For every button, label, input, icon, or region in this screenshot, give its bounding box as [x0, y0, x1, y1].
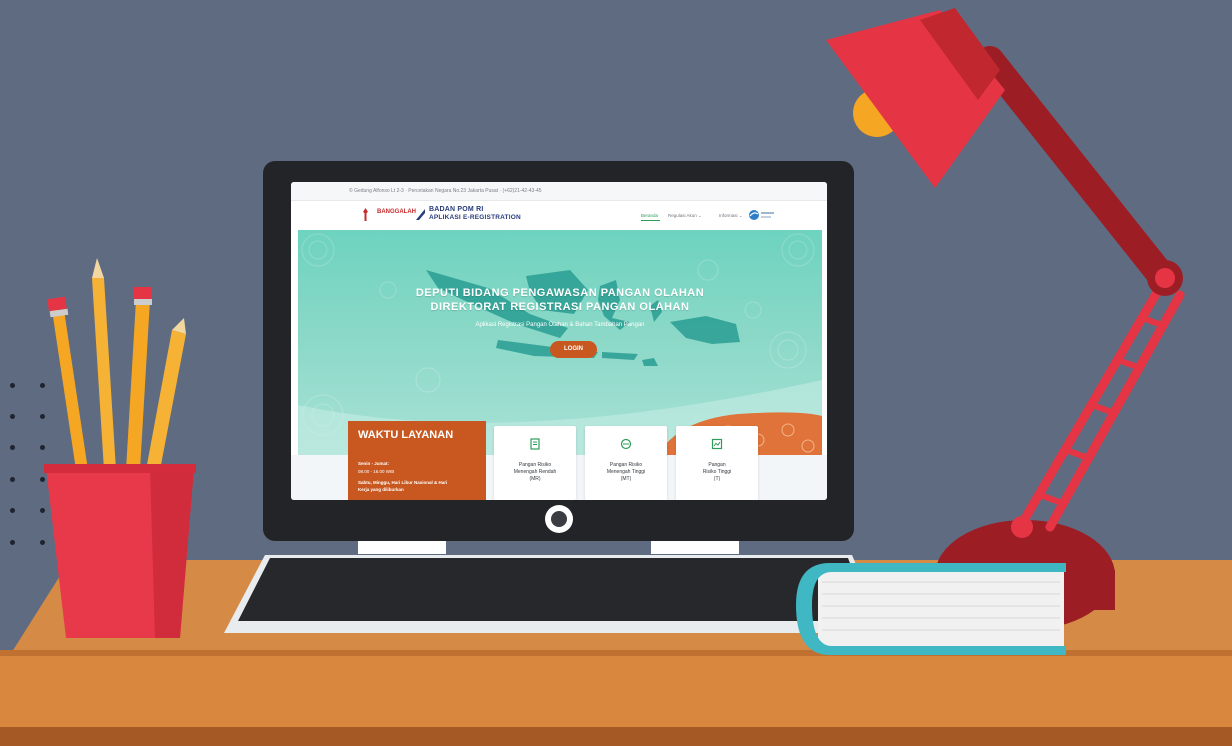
wall-dot: [10, 445, 15, 450]
app-name: APLIKASI E-REGISTRATION: [429, 214, 521, 221]
nav-regulasi-akun[interactable]: Regulasi Akun ⌄: [668, 213, 702, 219]
card-risiko-tinggi[interactable]: Pangan Risiko Tinggi (T): [676, 426, 758, 500]
wall-dot: [40, 445, 45, 450]
monitor-screen: © Gedung Alfonso Lt 2-3 · Percetakan Neg…: [291, 182, 827, 500]
site-header: BANGGALAH BADAN POM RI APLIKASI E-REGIST…: [291, 201, 827, 229]
wall-dot: [10, 508, 15, 513]
wall-dot: [40, 540, 45, 545]
wall-dot: [10, 383, 15, 388]
chart-icon: [711, 438, 723, 450]
card-label-line2: Menengah Tinggi: [606, 469, 646, 475]
monitor-stand-right: [651, 541, 739, 554]
service-hours-closed-note-2: Kerja yang diliburkan: [358, 487, 404, 492]
wall-dot: [40, 477, 45, 482]
info-bar-text: © Gedung Alfonso Lt 2-3 · Percetakan Neg…: [349, 188, 542, 194]
desk-top: [0, 653, 1232, 727]
hero-title-line1: DEPUTI BIDANG PENGAWASAN PANGAN OLAHAN: [415, 287, 705, 299]
card-label-line1: Pangan Risiko: [609, 462, 643, 468]
card-label-code: (T): [713, 476, 721, 482]
nav-informasi[interactable]: Informasi ⌄: [719, 213, 743, 219]
service-hours-title: WAKTU LAYANAN: [358, 429, 454, 441]
hero-title-line2: DIREKTORAT REGISTRASI PANGAN OLAHAN: [430, 301, 690, 313]
service-hours-panel: WAKTU LAYANAN Senin - Jumat: 08.00 - 16.…: [348, 421, 486, 500]
bird-wing-icon: [416, 209, 425, 220]
lamp-joint-lower: [1011, 516, 1033, 538]
login-button[interactable]: LOGIN: [550, 341, 597, 358]
org-name: BADAN POM RI: [429, 206, 484, 213]
card-risiko-menengah-rendah[interactable]: Pangan Risiko Menengah Rendah (MR): [494, 426, 576, 500]
card-label-line1: Pangan Risiko: [518, 462, 552, 468]
wall-dot: [10, 414, 15, 419]
pencil-cup-rim: [44, 464, 196, 473]
nav-beranda[interactable]: Beranda: [641, 213, 658, 218]
document-icon: [530, 438, 540, 450]
hero-subtitle: Aplikasi Registrasi Pangan Olahan & Baha…: [475, 322, 645, 328]
card-risiko-menengah-tinggi[interactable]: Pangan Risiko Menengah Tinggi (MT): [585, 426, 667, 500]
monitor-stand-left: [358, 541, 446, 554]
card-label-line2: Menengah Rendah: [513, 469, 557, 475]
wall-dot: [10, 540, 15, 545]
keyboard-top: [238, 558, 872, 621]
service-hours-time: 08.00 - 16.00 WIB: [358, 469, 395, 474]
lamp-joint-upper-cap: [1155, 268, 1175, 288]
book-pages: [818, 570, 1064, 646]
lamp-lower-arm: [1015, 277, 1185, 532]
torch-emblem-icon: [363, 208, 368, 221]
nav-active-indicator: [641, 220, 660, 221]
logo-text[interactable]: BANGGALAH: [377, 209, 416, 215]
desk-front-edge: [0, 727, 1232, 746]
service-hours-days: Senin - Jumat:: [358, 461, 390, 466]
wall-dot: [40, 414, 45, 419]
card-label-code: (MT): [620, 476, 632, 482]
pencils: [47, 258, 186, 470]
wall-dot: [40, 508, 45, 513]
card-label-code: (MR): [529, 476, 541, 482]
webcam-icon: [551, 511, 567, 527]
info-bar: © Gedung Alfonso Lt 2-3 · Percetakan Neg…: [291, 182, 827, 201]
ticket-icon: [620, 438, 632, 450]
wall-dot: [10, 477, 15, 482]
wall-dot: [40, 383, 45, 388]
service-hours-closed-note: Sabtu, Minggu, Hari Libur Nasional & Har…: [358, 480, 448, 485]
lamp-upper-arm: [976, 46, 1179, 294]
card-label-line1: Pangan: [708, 462, 726, 468]
circular-swoosh-icon[interactable]: [748, 209, 776, 221]
card-label-line2: Risiko Tinggi: [702, 469, 732, 475]
